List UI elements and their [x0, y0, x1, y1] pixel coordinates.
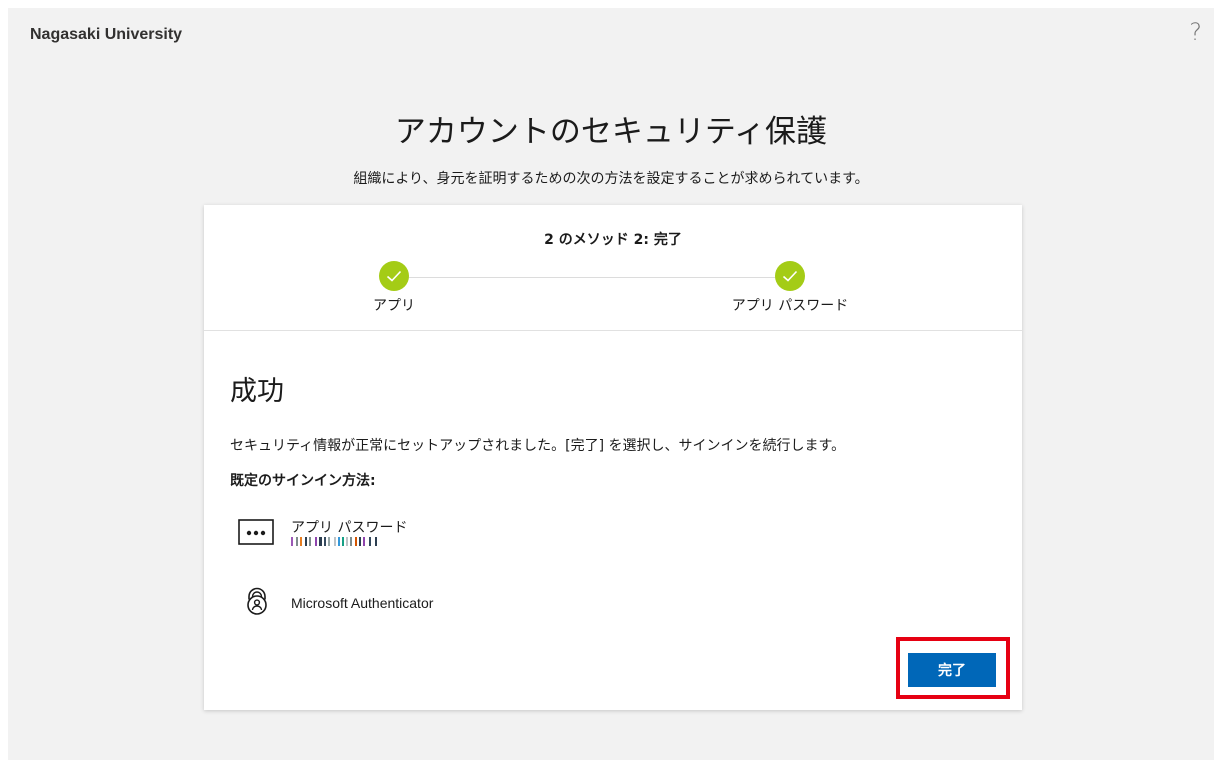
progress-title: 2 のメソッド 2: 完了 [544, 232, 682, 248]
org-name: Nagasaki University [30, 26, 183, 43]
method-name-authenticator: Microsoft Authenticator [291, 595, 434, 611]
help-icon[interactable]: ? [1189, 18, 1202, 46]
top-bar: Nagasaki University ? [8, 8, 1214, 64]
default-method-label: 既定のサインイン方法: [230, 473, 376, 489]
redacted-value [291, 537, 377, 546]
success-title: 成功 [230, 376, 284, 407]
step-1-label: アプリ [373, 298, 415, 314]
step-1-check-icon [379, 261, 409, 291]
step-2-label: アプリ パスワード [731, 298, 849, 314]
progress-line [394, 277, 790, 278]
password-dots-icon [238, 519, 274, 545]
progress-header: 2 のメソッド 2: 完了 アプリ アプリ パスワード [204, 205, 1022, 331]
page-title: アカウントのセキュリティ保護 [394, 114, 828, 150]
page-subtitle: 組織により、身元を証明するための次の方法を設定することが求められています。 [353, 171, 869, 187]
authenticator-lock-icon [247, 587, 267, 615]
done-button[interactable]: 完了 [908, 653, 996, 687]
success-message: セキュリティ情報が正常にセットアップされました。[完了] を選択し、サインインを… [230, 438, 846, 454]
security-card: 2 のメソッド 2: 完了 アプリ アプリ パスワード 成功 セキュリティ情報が… [204, 205, 1022, 710]
method-name-app-password: アプリ パスワード [291, 520, 408, 536]
page-frame: Nagasaki University ? アカウントのセキュリティ保護 組織に… [8, 8, 1214, 760]
done-button-highlight: 完了 [896, 637, 1010, 699]
step-2-check-icon [775, 261, 805, 291]
